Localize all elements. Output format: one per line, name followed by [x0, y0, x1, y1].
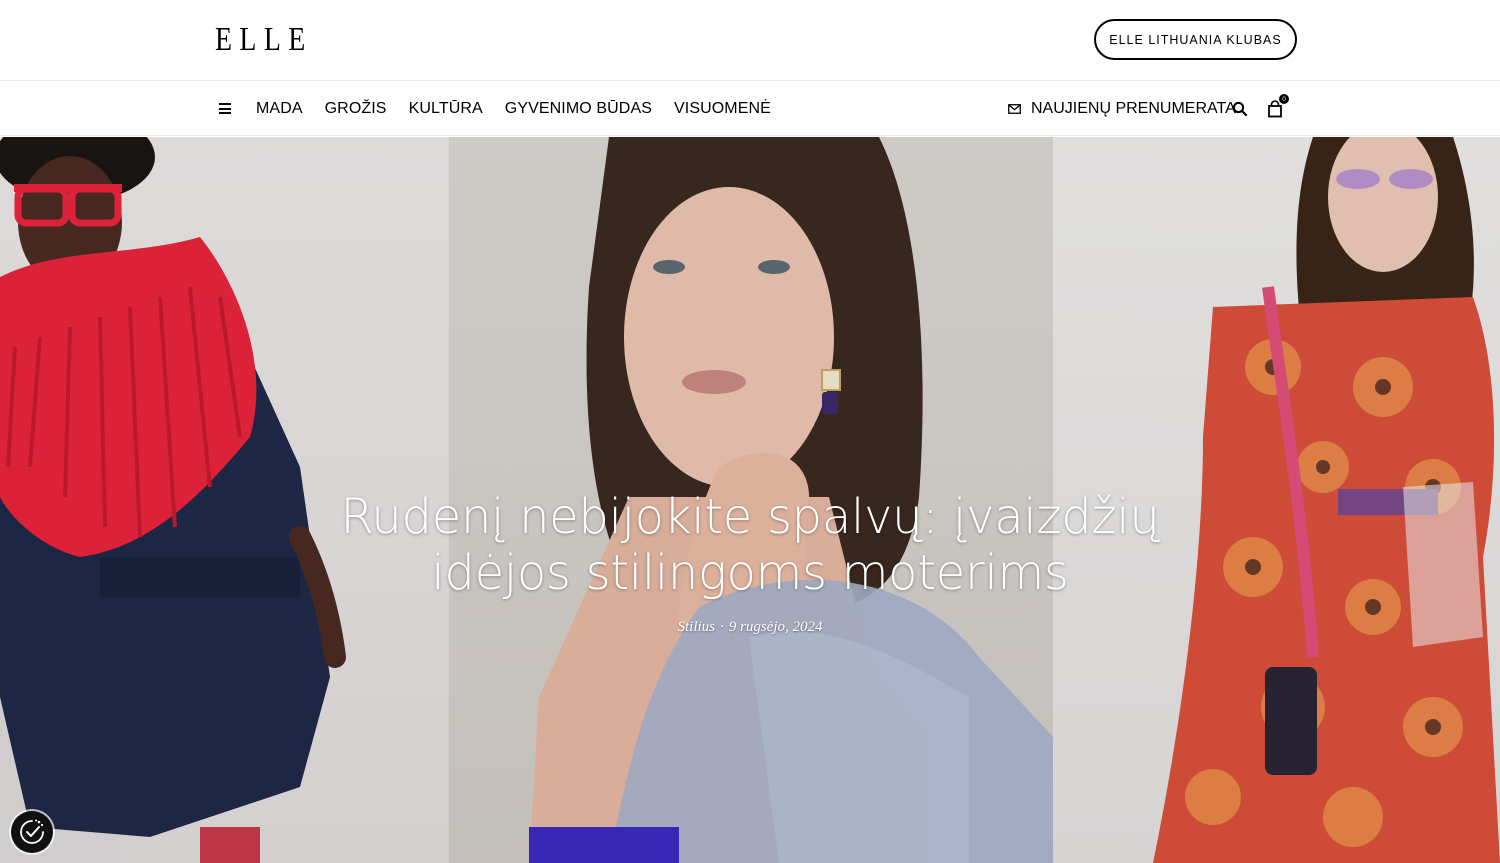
nav-menu: MADA GROŽIS KULTŪRA GYVENIMO BŪDAS VISUO…	[256, 82, 771, 136]
cookie-consent-icon	[20, 819, 44, 844]
nav-item-visuomene[interactable]: VISUOMENĖ	[674, 100, 771, 118]
hero-article-date: 9 rugsėjo, 2024	[728, 619, 823, 635]
hero-article-meta: Stilius · 9 rugsėjo, 2024	[500, 619, 1000, 636]
hero-article-category[interactable]: Stilius	[677, 619, 715, 635]
envelope-icon	[1008, 104, 1021, 114]
main-nav: MADA GROŽIS KULTŪRA GYVENIMO BŪDAS VISUO…	[0, 82, 1500, 136]
hamburger-icon[interactable]	[219, 103, 231, 114]
newsletter-subscribe-link[interactable]: NAUJIENŲ PRENUMERATA	[1008, 82, 1236, 136]
elle-logo[interactable]: ELLE	[215, 22, 313, 58]
newsletter-subscribe-label: NAUJIENŲ PRENUMERATA	[1031, 100, 1236, 117]
meta-separator: ·	[720, 619, 724, 635]
nav-item-mada[interactable]: MADA	[256, 100, 303, 118]
hero-article-title[interactable]: Rudenį nebijokite spalvų: įvaizdžių idėj…	[330, 489, 1170, 601]
search-icon[interactable]	[1232, 101, 1248, 117]
cart-count-badge: 0	[1279, 94, 1289, 104]
hero-banner[interactable]: Rudenį nebijokite spalvų: įvaizdžių idėj…	[0, 137, 1500, 863]
elle-club-button[interactable]: ELLE LITHUANIA KLUBAS	[1094, 19, 1297, 60]
nav-item-gyvenimo-budas[interactable]: GYVENIMO BŪDAS	[505, 100, 652, 118]
nav-item-kultura[interactable]: KULTŪRA	[409, 100, 483, 118]
cookie-consent-button[interactable]	[11, 811, 53, 853]
nav-item-grozis[interactable]: GROŽIS	[325, 100, 387, 118]
top-header: ELLE ELLE LITHUANIA KLUBAS	[0, 0, 1500, 81]
